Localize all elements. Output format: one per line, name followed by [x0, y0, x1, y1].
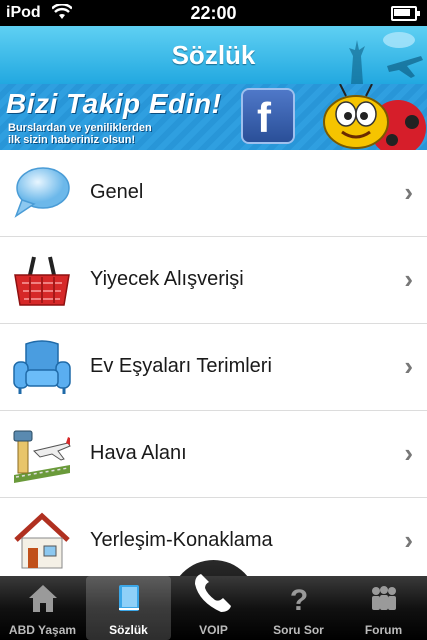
tab-label: Sözlük	[109, 623, 148, 637]
bee-mascot-icon	[323, 84, 426, 150]
facebook-letter: f	[257, 94, 271, 141]
list-item-label: Yerleşim-Konaklama	[90, 529, 273, 551]
chevron-right-icon: ›	[404, 438, 413, 468]
status-bar: iPod 22:00	[0, 0, 427, 26]
list-item-yiyecek-alisverisi[interactable]: Yiyecek Alışverişi ›	[0, 237, 427, 324]
shopping-basket-icon	[14, 256, 70, 306]
banner-subtitle-line1: Burslardan ve yeniliklerden	[8, 122, 152, 134]
question-icon: ?	[290, 584, 308, 614]
tab-label: ABD Yaşam	[8, 623, 77, 637]
phone-icon	[195, 574, 231, 612]
tab-voip[interactable]: VOIP	[171, 574, 256, 640]
tab-abd-yasam[interactable]: ABD Yaşam	[0, 576, 85, 640]
banner-headline: Bizi Takip Edin!	[6, 88, 222, 119]
follow-us-banner[interactable]: Bizi Takip Edin! Burslardan ve yenilikle…	[0, 84, 427, 150]
banner-subtitle-line2: ilk sizin haberiniz olsun!	[8, 134, 136, 146]
list-item-label: Genel	[90, 181, 144, 203]
home-icon	[29, 585, 57, 612]
speech-bubble-icon	[14, 167, 70, 218]
list-item-label: Hava Alanı	[90, 442, 187, 464]
tab-forum[interactable]: Forum	[341, 576, 426, 640]
list-item-label: Yiyecek Alışverişi	[90, 268, 244, 290]
list-item-hava-alani[interactable]: Hava Alanı ›	[0, 411, 427, 498]
people-icon	[372, 586, 396, 610]
tab-soru-sor[interactable]: ? Soru Sor	[256, 576, 341, 640]
chevron-right-icon: ›	[404, 525, 413, 555]
clock: 22:00	[190, 3, 237, 23]
tab-sozluk[interactable]: Sözlük	[86, 576, 171, 640]
armchair-icon	[13, 340, 71, 394]
list-item-ev-esyalari[interactable]: Ev Eşyaları Terimleri ›	[0, 324, 427, 411]
tab-bar: ABD Yaşam Sözlük VOIP ? Soru Sor Forum	[0, 574, 427, 640]
list-item-genel[interactable]: Genel ›	[0, 150, 427, 237]
tab-label: Forum	[364, 623, 403, 637]
svg-text:?: ?	[290, 584, 308, 614]
chevron-right-icon: ›	[404, 177, 413, 207]
book-icon	[119, 585, 139, 611]
tab-label: VOIP	[199, 623, 228, 637]
chevron-right-icon: ›	[404, 351, 413, 381]
banner-subtitle: Burslardan ve yeniliklerden ilk sizin ha…	[8, 122, 152, 146]
list-item-label: Ev Eşyaları Terimleri	[90, 355, 272, 377]
nav-bar: Sözlük	[0, 26, 427, 84]
facebook-icon[interactable]: f	[243, 90, 293, 142]
battery-icon	[391, 6, 420, 21]
tab-label: Soru Sor	[273, 623, 324, 637]
airport-icon	[13, 430, 71, 483]
liberty-plane-decoration-icon	[349, 32, 423, 84]
house-icon	[14, 512, 70, 569]
category-list: Genel › Yiyecek Alışverişi › Ev Eşyaları…	[0, 150, 427, 585]
chevron-right-icon: ›	[404, 264, 413, 294]
